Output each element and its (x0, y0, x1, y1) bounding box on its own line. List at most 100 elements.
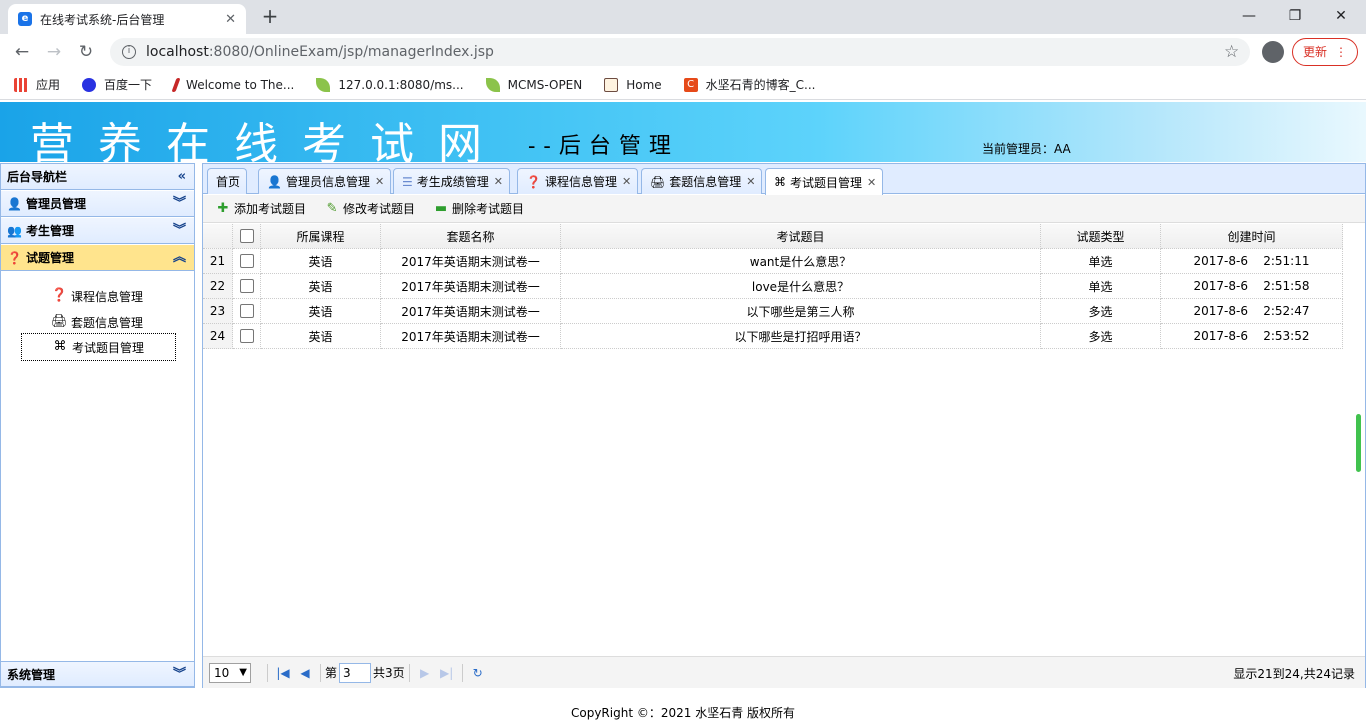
reload-icon[interactable]: ↻ (74, 40, 98, 64)
sidebar-item-set-info[interactable]: 🖨 套题信息管理 (21, 308, 176, 336)
sidebar-group-students[interactable]: 👥 考生管理 ︾ (1, 218, 194, 244)
close-tab-icon[interactable]: ✕ (867, 176, 876, 189)
tab-exam-questions[interactable]: ⌘ 考试题目管理 ✕ (765, 168, 884, 195)
table-row[interactable]: 23 英语 2017年英语期末测试卷一 以下哪些是第三人称 多选 2017-8-… (203, 299, 1343, 324)
cell-set: 2017年英语期末测试卷一 (381, 249, 561, 274)
current-admin-label: 当前管理员：AA (982, 142, 1071, 156)
row-number: 21 (203, 249, 233, 274)
back-arrow-icon[interactable]: ← (10, 40, 34, 64)
first-page-icon[interactable]: |◀ (272, 663, 294, 683)
row-checkbox[interactable] (239, 254, 254, 268)
sidebar-group-system[interactable]: 系统管理 ︾ (1, 661, 194, 687)
bookmark-apps[interactable]: 应用 (14, 76, 60, 93)
tab-course-info[interactable]: ❓ 课程信息管理 ✕ (517, 168, 639, 194)
bookmark-localhost[interactable]: 127.0.0.1:8080/ms... (316, 77, 464, 92)
help-icon: ❓ (7, 251, 22, 265)
tab-admin-info[interactable]: 👤 管理员信息管理 ✕ (258, 168, 392, 194)
cell-course: 英语 (261, 299, 381, 324)
row-checkbox[interactable] (239, 329, 254, 343)
add-icon: ✚ (217, 200, 229, 216)
add-question-button[interactable]: ✚ 添加考试题目 (215, 200, 306, 217)
cell-course: 英语 (261, 249, 381, 274)
url-text[interactable]: localhost:8080/OnlineExam/jsp/managerInd… (146, 44, 494, 60)
sidebar-item-course-info[interactable]: ❓ 课程信息管理 (21, 282, 176, 310)
close-tab-icon[interactable]: ✕ (494, 175, 503, 188)
list-icon: ☰ (402, 174, 413, 189)
table-row[interactable]: 24 英语 2017年英语期末测试卷一 以下哪些是打招呼用语？ 多选 2017-… (203, 324, 1343, 349)
page-number-input[interactable]: 3 (339, 662, 372, 683)
cell-course: 英语 (261, 324, 381, 349)
update-button[interactable]: 更新 ⋮ (1292, 38, 1358, 66)
close-tab-icon[interactable]: ✕ (746, 175, 755, 188)
forward-arrow-icon[interactable]: → (42, 40, 66, 64)
prev-page-icon[interactable]: ◀ (294, 663, 316, 683)
sidebar-title: 后台导航栏 « (1, 164, 194, 190)
cell-type: 单选 (1041, 274, 1161, 299)
cell-set: 2017年英语期末测试卷一 (381, 324, 561, 349)
kebab-menu-icon: ⋮ (1335, 45, 1347, 59)
column-header[interactable]: 考试题目 (561, 224, 1041, 249)
remove-icon: ▬ (434, 200, 448, 216)
chevron-up-icon: ︽ (172, 250, 186, 265)
page-prefix: 第 (325, 666, 338, 680)
feather-icon (171, 77, 181, 92)
column-header[interactable]: 所属课程 (261, 224, 381, 249)
help-icon: ❓ (526, 174, 541, 189)
cell-time: 2017-8-6 2:52:47 (1161, 299, 1343, 324)
browser-tab[interactable]: e 在线考试系统-后台管理 ✕ (8, 4, 246, 34)
tab-set-info[interactable]: 🖨 套题信息管理 ✕ (641, 168, 763, 194)
tab-student-scores[interactable]: ☰ 考生成绩管理 ✕ (393, 168, 510, 194)
row-checkbox[interactable] (239, 279, 254, 293)
info-icon[interactable]: i (122, 45, 136, 59)
cell-course: 英语 (261, 274, 381, 299)
sitemap-icon: ⌘ (774, 175, 786, 189)
new-tab-button[interactable]: + (258, 4, 282, 28)
bookmark-baidu[interactable]: 百度一下 (82, 76, 152, 93)
refresh-icon[interactable]: ↻ (467, 663, 489, 683)
close-window-icon[interactable]: ✕ (1318, 2, 1364, 30)
footer-copyright: CopyRight ©：2021 水坚石青 版权所有 (570, 706, 796, 720)
app-header-banner: 营养在线考试网 --后台管理 当前管理员：AA (0, 102, 1366, 162)
last-page-icon[interactable]: ▶| (436, 663, 458, 683)
site-subtitle: --后台管理 (528, 134, 679, 159)
next-page-icon[interactable]: ▶ (414, 663, 436, 683)
row-number: 22 (203, 274, 233, 299)
close-tab-icon[interactable]: ✕ (225, 12, 236, 27)
table-row[interactable]: 21 英语 2017年英语期末测试卷一 want是什么意思？ 单选 2017-8… (203, 249, 1343, 274)
user-icon: 👤 (7, 197, 22, 211)
table-row[interactable]: 22 英语 2017年英语期末测试卷一 love是什么意思？ 单选 2017-8… (203, 274, 1343, 299)
maximize-icon[interactable]: ❐ (1272, 2, 1318, 30)
column-header[interactable]: 创建时间 (1161, 224, 1343, 249)
collapse-left-icon[interactable]: « (178, 164, 186, 190)
sidebar-item-exam-questions[interactable]: ⌘ 考试题目管理 (21, 333, 176, 361)
chevron-down-icon: ︾ (172, 196, 186, 211)
cell-question: love是什么意思？ (561, 274, 1041, 299)
bookmark-mcms[interactable]: MCMS-OPEN (485, 77, 582, 92)
bookmark-welcome[interactable]: Welcome to The... (171, 77, 294, 92)
row-checkbox[interactable] (239, 304, 254, 318)
close-tab-icon[interactable]: ✕ (375, 175, 384, 188)
sidebar-group-questions[interactable]: ❓ 试题管理 ︽ (1, 245, 194, 271)
cell-type: 多选 (1041, 299, 1161, 324)
bookmark-star-icon[interactable]: ☆ (1224, 42, 1239, 62)
pager-info: 显示21到24,共24记录 (1233, 667, 1355, 681)
delete-question-button[interactable]: ▬ 删除考试题目 (433, 200, 524, 217)
column-header[interactable]: 试题类型 (1041, 224, 1161, 249)
profile-avatar-icon[interactable] (1262, 41, 1284, 63)
scrollbar-thumb[interactable] (1356, 414, 1361, 472)
help-icon: ❓ (51, 288, 68, 303)
minimize-icon[interactable]: — (1226, 2, 1272, 30)
select-all-checkbox[interactable] (239, 229, 254, 243)
page-size-select[interactable]: 10 ▼ (209, 662, 251, 683)
address-bar[interactable]: i localhost:8080/OnlineExam/jsp/managerI… (110, 38, 1250, 66)
tab-home[interactable]: 首页 (207, 168, 248, 194)
column-header[interactable]: 套题名称 (381, 224, 561, 249)
bookmark-home[interactable]: Home (604, 77, 662, 92)
sidebar-group-admin[interactable]: 👤 管理员管理 ︾ (1, 191, 194, 217)
row-number: 24 (203, 324, 233, 349)
bookmark-blog[interactable]: C 水坚石青的博客_C... (683, 76, 816, 93)
cell-question: 以下哪些是第三人称 (561, 299, 1041, 324)
close-tab-icon[interactable]: ✕ (622, 175, 631, 188)
edit-question-button[interactable]: ✎ 修改考试题目 (324, 200, 415, 217)
browser-tab-title: 在线考试系统-后台管理 (40, 12, 165, 27)
